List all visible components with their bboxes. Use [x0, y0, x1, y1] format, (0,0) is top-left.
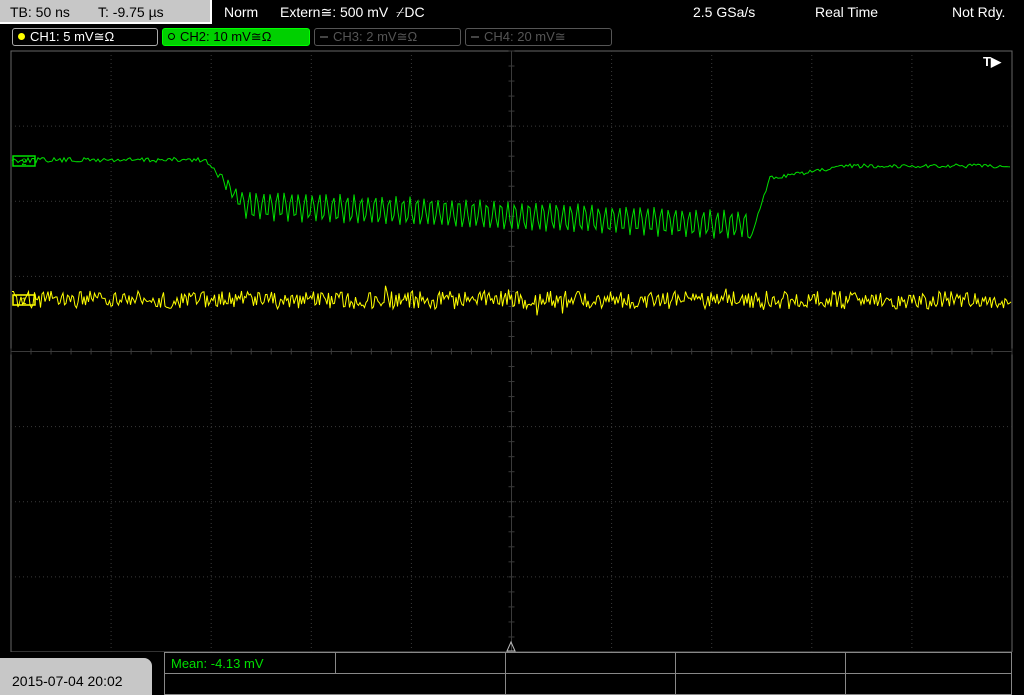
- measurement-cell: [505, 674, 506, 694]
- measurement-cell: [845, 653, 846, 673]
- measurement-cell: [845, 674, 846, 694]
- sample-rate-label: 2.5 GSa/s: [693, 4, 756, 20]
- channel-3-label: CH3: 2 mV≅Ω: [333, 29, 418, 44]
- mean-measurement: Mean: -4.13 mV: [171, 656, 264, 671]
- measurement-panel[interactable]: Mean: -4.13 mV: [164, 652, 1024, 695]
- footer: 2015-07-04 20:02 Mean: -4.13 mV: [0, 652, 1024, 695]
- measurement-cell: [675, 674, 676, 694]
- measurement-cell: [505, 653, 506, 673]
- datetime-label: 2015-07-04 20:02: [12, 673, 123, 689]
- timebase-box[interactable]: TB: 50 ns T: -9.75 µs: [0, 0, 212, 24]
- measurement-row-1[interactable]: Mean: -4.13 mV: [164, 652, 1012, 674]
- channel-2-marker-label: 2: [21, 157, 26, 167]
- channel-bar: CH1: 5 mV≅Ω CH2: 10 mV≅Ω CH3: 2 mV≅Ω CH4…: [0, 26, 1024, 50]
- trigger-slope-label[interactable]: ⌿DC: [396, 4, 425, 21]
- timebase-label: TB: 50 ns: [10, 4, 70, 20]
- channel-1-label: CH1: 5 mV≅Ω: [30, 29, 115, 44]
- channel-2-label: CH2: 10 mV≅Ω: [180, 29, 272, 44]
- channel-1-indicator-icon: [18, 33, 25, 40]
- channel-2-button[interactable]: CH2: 10 mV≅Ω: [162, 28, 310, 46]
- measurement-cell: [335, 653, 336, 673]
- trigger-time-label: T: -9.75 µs: [98, 4, 164, 20]
- trigger-mode-label[interactable]: Norm: [224, 4, 258, 20]
- trigger-source-label[interactable]: Extern≅: 500 mV: [280, 4, 388, 21]
- acquisition-status-label: Not Rdy.: [952, 4, 1006, 20]
- channel-4-button[interactable]: CH4: 20 mV≅: [465, 28, 612, 46]
- channel-1-button[interactable]: CH1: 5 mV≅Ω: [12, 28, 158, 46]
- channel-2-indicator-icon: [168, 33, 175, 40]
- waveform-display[interactable]: 2 1 T▶: [0, 50, 1024, 652]
- trigger-position-marker[interactable]: T▶: [983, 54, 1002, 69]
- channel-3-button[interactable]: CH3: 2 mV≅Ω: [314, 28, 461, 46]
- acquisition-mode-label[interactable]: Real Time: [815, 4, 878, 20]
- channel-3-off-icon: [320, 36, 328, 38]
- datetime-box: 2015-07-04 20:02: [0, 658, 152, 695]
- channel-1-marker-label: 1: [21, 296, 26, 306]
- measurement-cell: [675, 653, 676, 673]
- channel-4-label: CH4: 20 mV≅: [484, 29, 566, 44]
- measurement-row-2[interactable]: [164, 673, 1012, 695]
- status-bar: TB: 50 ns T: -9.75 µs Norm Extern≅: 500 …: [0, 0, 1024, 25]
- channel-4-off-icon: [471, 36, 479, 38]
